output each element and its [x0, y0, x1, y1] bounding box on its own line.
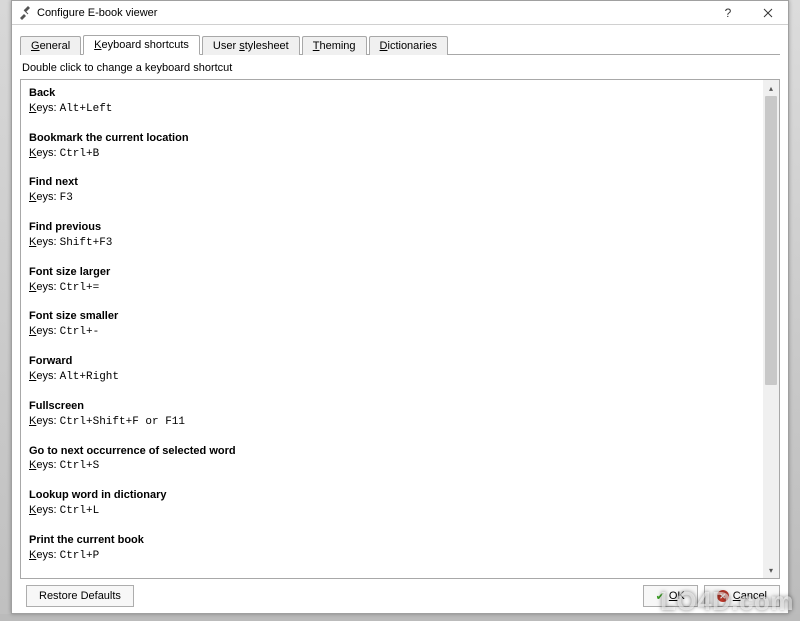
shortcut-keys: Keys: Ctrl+S [29, 458, 755, 474]
shortcut-item[interactable]: ForwardKeys: Alt+Right [29, 354, 755, 385]
shortcut-keys: Keys: Ctrl+B [29, 146, 755, 162]
shortcut-keys: Keys: Alt+Left [29, 101, 755, 117]
scroll-track[interactable] [763, 96, 779, 562]
tab-dictionaries[interactable]: Dictionaries [369, 36, 448, 55]
cancel-icon: ✕ [717, 590, 729, 602]
shortcut-item[interactable]: Find nextKeys: F3 [29, 175, 755, 206]
shortcut-title: Font size larger [29, 265, 755, 280]
tab-keyboard-shortcuts[interactable]: Keyboard shortcuts [83, 35, 200, 55]
help-button[interactable]: ? [708, 1, 748, 24]
shortcut-item[interactable]: FullscreenKeys: Ctrl+Shift+F or F11 [29, 399, 755, 430]
dialog-footer: Restore Defaults ✔ OK ✕ Cancel [20, 579, 780, 607]
shortcut-item[interactable]: Lookup word in dictionaryKeys: Ctrl+L [29, 488, 755, 519]
tab-theming[interactable]: Theming [302, 36, 367, 55]
shortcut-item[interactable]: Bookmark the current locationKeys: Ctrl+… [29, 131, 755, 162]
dialog-body: General Keyboard shortcuts User styleshe… [12, 25, 788, 613]
shortcut-keys: Keys: Ctrl+- [29, 324, 755, 340]
shortcut-item[interactable]: Font size largerKeys: Ctrl+= [29, 265, 755, 296]
shortcut-title: Bookmark the current location [29, 131, 755, 146]
restore-defaults-button[interactable]: Restore Defaults [26, 585, 134, 607]
instruction-text: Double click to change a keyboard shortc… [20, 55, 780, 79]
shortcut-keys: Keys: Ctrl+P [29, 548, 755, 564]
shortcut-keys: Keys: Ctrl+Shift+F or F11 [29, 414, 755, 430]
window-title: Configure E-book viewer [37, 7, 708, 19]
shortcut-item[interactable]: BackKeys: Alt+Left [29, 86, 755, 117]
shortcut-keys: Keys: Alt+Right [29, 369, 755, 385]
shortcut-title: Fullscreen [29, 399, 755, 414]
tab-bar: General Keyboard shortcuts User styleshe… [20, 33, 780, 55]
shortcut-title: Back [29, 86, 755, 101]
shortcut-item[interactable]: Go to next occurrence of selected wordKe… [29, 444, 755, 475]
shortcut-title: Find next [29, 175, 755, 190]
close-icon [763, 8, 773, 18]
shortcut-title: Forward [29, 354, 755, 369]
dialog-window: Configure E-book viewer ? General Keyboa… [11, 0, 789, 614]
shortcut-title: Font size smaller [29, 309, 755, 324]
scroll-down-icon[interactable]: ▾ [763, 562, 779, 578]
shortcut-title: Go to next occurrence of selected word [29, 444, 755, 459]
scrollbar[interactable]: ▴ ▾ [763, 80, 779, 578]
shortcut-list-viewport[interactable]: BackKeys: Alt+Left Bookmark the current l… [21, 80, 763, 578]
ok-button[interactable]: ✔ OK [643, 585, 698, 607]
scroll-up-icon[interactable]: ▴ [763, 80, 779, 96]
shortcut-title: Print the current book [29, 533, 755, 548]
shortcut-item[interactable]: Find previousKeys: Shift+F3 [29, 220, 755, 251]
shortcut-keys: Keys: Ctrl+L [29, 503, 755, 519]
check-icon: ✔ [656, 590, 665, 603]
shortcut-keys: Keys: Shift+F3 [29, 235, 755, 251]
shortcut-item[interactable]: Font size smallerKeys: Ctrl+- [29, 309, 755, 340]
tab-user-stylesheet[interactable]: User stylesheet [202, 36, 300, 55]
restore-defaults-label: Restore Defaults [39, 590, 121, 602]
tab-general[interactable]: General [20, 36, 81, 55]
scroll-thumb[interactable] [765, 96, 777, 385]
cancel-button[interactable]: ✕ Cancel [704, 585, 780, 607]
tools-icon [18, 6, 32, 20]
close-button[interactable] [748, 1, 788, 24]
shortcut-keys: Keys: Ctrl+= [29, 280, 755, 296]
shortcut-title: Find previous [29, 220, 755, 235]
shortcut-keys: Keys: F3 [29, 190, 755, 206]
shortcut-title: Lookup word in dictionary [29, 488, 755, 503]
shortcut-item[interactable]: Print the current bookKeys: Ctrl+P [29, 533, 755, 564]
shortcut-list: BackKeys: Alt+Left Bookmark the current l… [20, 79, 780, 579]
titlebar: Configure E-book viewer ? [12, 1, 788, 25]
